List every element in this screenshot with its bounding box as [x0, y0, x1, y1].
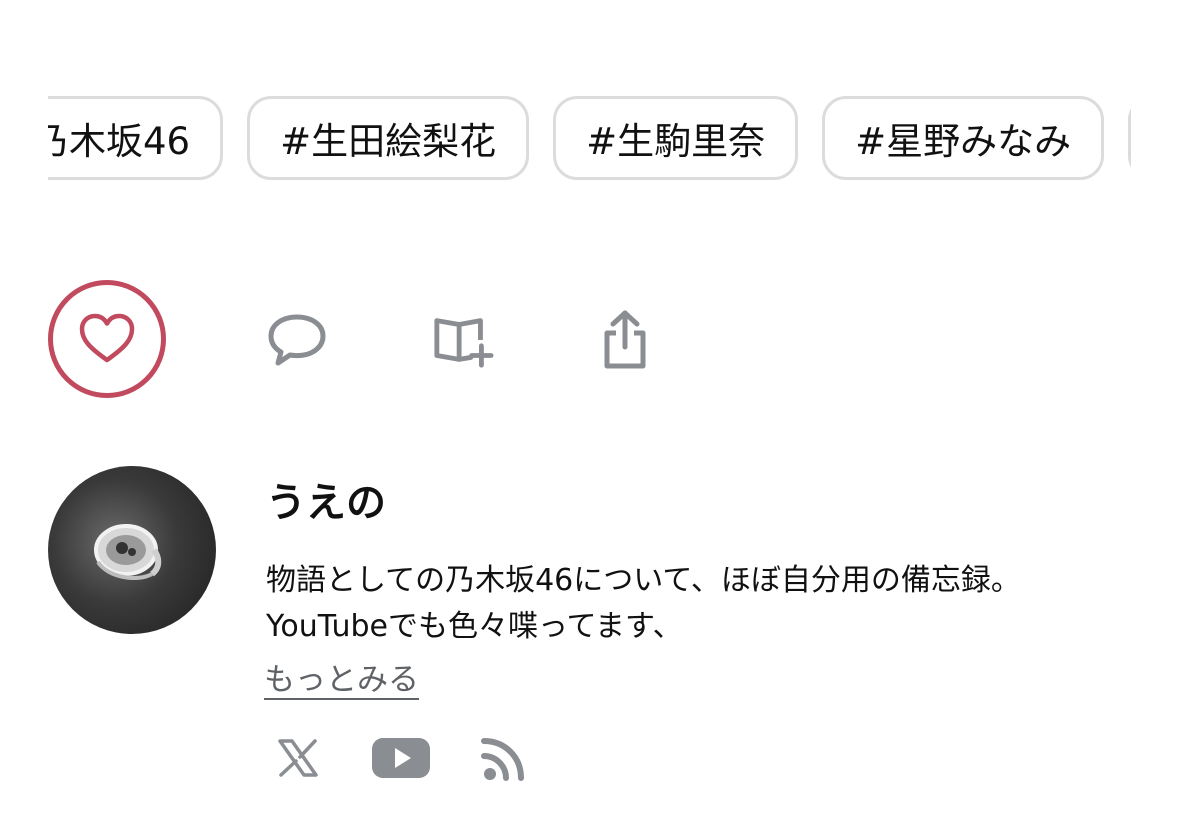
youtube-link[interactable] [370, 730, 432, 786]
hashtag-chip[interactable]: #生田絵梨花 [247, 96, 530, 180]
hashtag-track: #乃木坂46 #生田絵梨花 #生駒里奈 #星野みなみ #こ [48, 96, 1131, 180]
read-more-link[interactable]: もっとみる [264, 654, 419, 699]
author-bio: 物語としての乃木坂46について、ほぼ自分用の備忘録。 YouTubeでも色々喋っ… [266, 558, 1146, 650]
author-avatar[interactable] [48, 466, 216, 634]
share-button[interactable] [594, 309, 656, 371]
youtube-icon [372, 738, 430, 778]
bio-line: 物語としての乃木坂46について、ほぼ自分用の備忘録。 [266, 563, 1021, 598]
hashtag-chip[interactable]: #生駒里奈 [553, 96, 799, 180]
x-logo-icon [278, 739, 318, 777]
heart-icon [79, 313, 135, 363]
comment-button[interactable] [266, 309, 328, 371]
bio-line: YouTubeでも色々喋ってます、 [266, 609, 683, 644]
share-icon [604, 310, 646, 369]
rss-icon [481, 738, 524, 781]
hashtag-chip[interactable]: #乃木坂46 [48, 96, 224, 180]
hashtag-scroller[interactable]: #乃木坂46 #生田絵梨花 #生駒里奈 #星野みなみ #こ [48, 96, 1131, 186]
ring-photo-icon [94, 524, 162, 580]
hashtag-chip[interactable]: #星野みなみ [822, 96, 1105, 180]
action-bar [48, 280, 748, 400]
hashtag-chip[interactable]: #こ [1128, 96, 1131, 180]
x-link[interactable] [272, 730, 324, 786]
add-to-magazine-button[interactable] [432, 309, 494, 371]
like-button[interactable] [48, 280, 166, 398]
book-plus-icon [434, 318, 494, 368]
author-name[interactable]: うえの [266, 470, 386, 528]
rss-link[interactable] [478, 730, 530, 786]
speech-bubble-icon [268, 314, 326, 366]
